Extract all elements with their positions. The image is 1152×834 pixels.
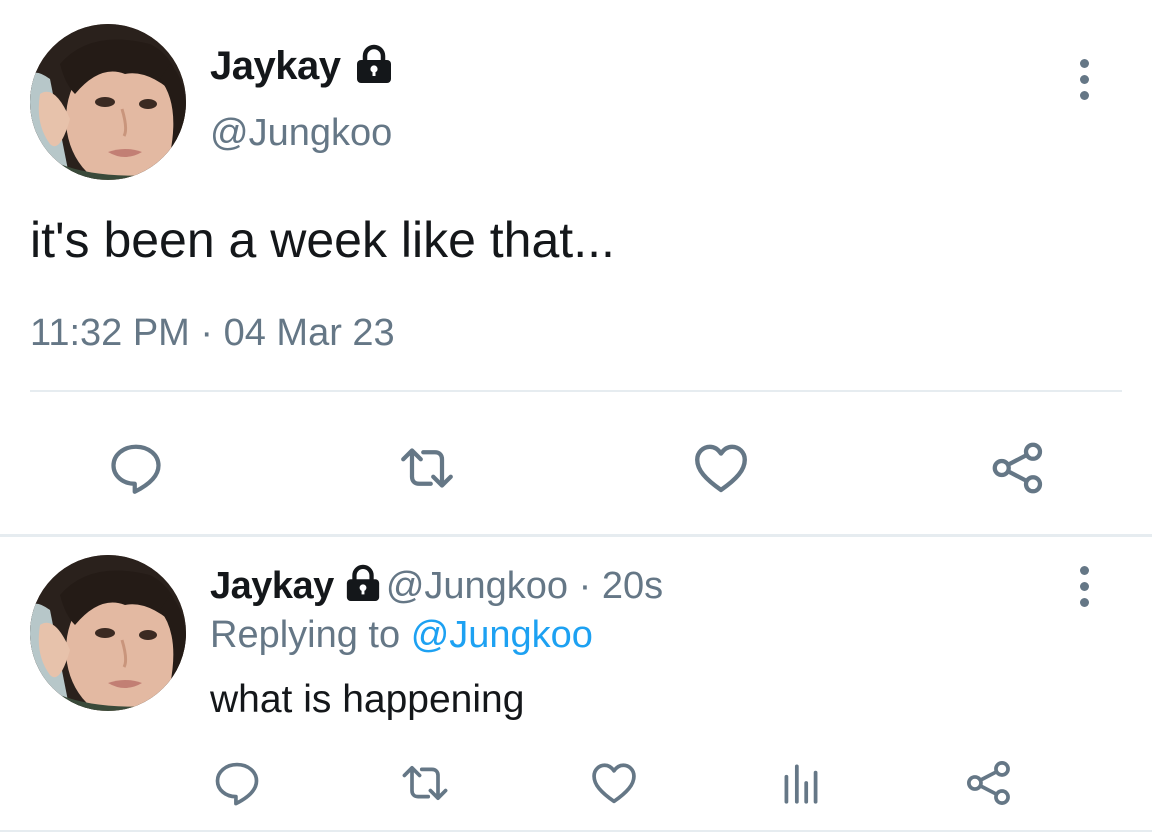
- lock-icon: [344, 564, 382, 613]
- replying-label: Replying to: [210, 614, 401, 656]
- analytics-icon[interactable]: [774, 756, 828, 810]
- avatar[interactable]: [30, 24, 186, 180]
- user-handle[interactable]: @Jungkoo: [210, 110, 392, 156]
- reply-header: Jaykay @Jungkoo · 20s: [210, 563, 663, 613]
- share-icon[interactable]: [986, 436, 1050, 500]
- reply-icon[interactable]: [210, 756, 264, 810]
- retweet-icon[interactable]: [395, 436, 459, 500]
- section-divider: [0, 534, 1152, 537]
- replying-to: Replying to @Jungkoo: [210, 612, 593, 658]
- divider: [30, 390, 1122, 392]
- tweet-text: it's been a week like that...: [30, 212, 615, 268]
- like-icon[interactable]: [587, 756, 641, 810]
- more-options-icon[interactable]: [1080, 566, 1089, 607]
- lock-icon: [354, 44, 394, 89]
- user-handle[interactable]: @Jungkoo: [386, 565, 568, 607]
- tweet-text: what is happening: [210, 678, 525, 721]
- like-icon[interactable]: [689, 436, 753, 500]
- display-name[interactable]: Jaykay: [210, 42, 341, 90]
- avatar[interactable]: [30, 555, 186, 711]
- retweet-icon[interactable]: [398, 756, 452, 810]
- display-name[interactable]: Jaykay: [210, 565, 334, 607]
- relative-time: 20s: [601, 565, 664, 607]
- separator: ·: [578, 565, 592, 607]
- divider: [0, 830, 1152, 832]
- more-options-icon[interactable]: [1080, 59, 1089, 100]
- replying-to-link[interactable]: @Jungkoo: [411, 614, 593, 656]
- tweet-timestamp: 11:32 PM · 04 Mar 23: [30, 312, 395, 354]
- reply-icon[interactable]: [104, 436, 168, 500]
- share-icon[interactable]: [962, 756, 1016, 810]
